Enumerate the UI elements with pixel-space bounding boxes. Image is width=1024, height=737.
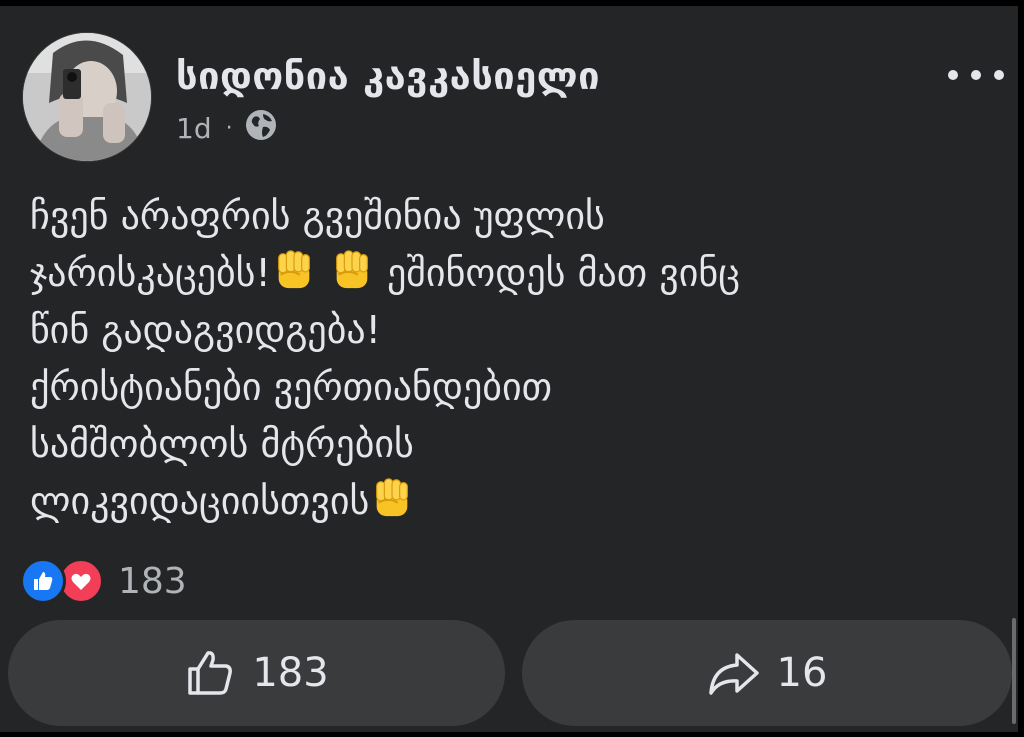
- post-timestamp[interactable]: 1d: [176, 112, 212, 145]
- more-options-icon[interactable]: [948, 60, 1004, 90]
- author-name[interactable]: სიდონია კავკასიელი: [176, 54, 600, 98]
- avatar-photo: [23, 33, 151, 161]
- reactions-summary[interactable]: 183: [20, 556, 187, 606]
- post-text-line: ლიკვიდაციისთვის: [30, 473, 990, 530]
- avatar[interactable]: [22, 32, 152, 162]
- globe-icon[interactable]: [245, 109, 277, 148]
- like-icon: [20, 558, 66, 604]
- like-count: 183: [252, 650, 329, 696]
- post-text-line: სამშობლოს მტრების: [30, 422, 414, 466]
- raised-fist-emoji: [376, 478, 409, 517]
- post-text-segment: ჯარისკაცებს!: [30, 251, 271, 295]
- post-text-segment: ლიკვიდაციისთვის: [30, 479, 370, 523]
- post-body: ჩვენ არაფრის გვეშინია უფლის ჯარისკაცებს!…: [30, 188, 990, 530]
- raised-fist-emoji: [277, 250, 310, 289]
- post-text-segment: ეშინოდეს მათ ვინც: [374, 251, 740, 295]
- thumbs-up-icon: [188, 651, 233, 695]
- reaction-count: 183: [118, 560, 187, 602]
- post-meta: 1d ·: [176, 109, 277, 148]
- screenshot-frame: სიდონია კავკასიელი 1d · ჩვენ არაფრის გვე…: [0, 0, 1024, 737]
- share-icon: [708, 653, 759, 695]
- post-card: სიდონია კავკასიელი 1d · ჩვენ არაფრის გვე…: [0, 6, 1018, 732]
- like-button[interactable]: 183: [8, 620, 505, 726]
- post-text-line: წინ გადაგვიდგება!: [30, 308, 381, 352]
- share-button[interactable]: 16: [522, 620, 1012, 726]
- post-text-line: ჯარისკაცებს! ეშინოდეს მათ ვინც: [30, 245, 990, 302]
- post-text-line: ქრისტიანები ვერთიანდებით: [30, 365, 553, 409]
- scrollbar[interactable]: [1012, 618, 1016, 724]
- meta-separator: ·: [225, 115, 233, 141]
- raised-fist-emoji: [335, 250, 368, 289]
- post-text-line: ჩვენ არაფრის გვეშინია უფლის: [30, 194, 605, 238]
- share-count: 16: [776, 650, 828, 696]
